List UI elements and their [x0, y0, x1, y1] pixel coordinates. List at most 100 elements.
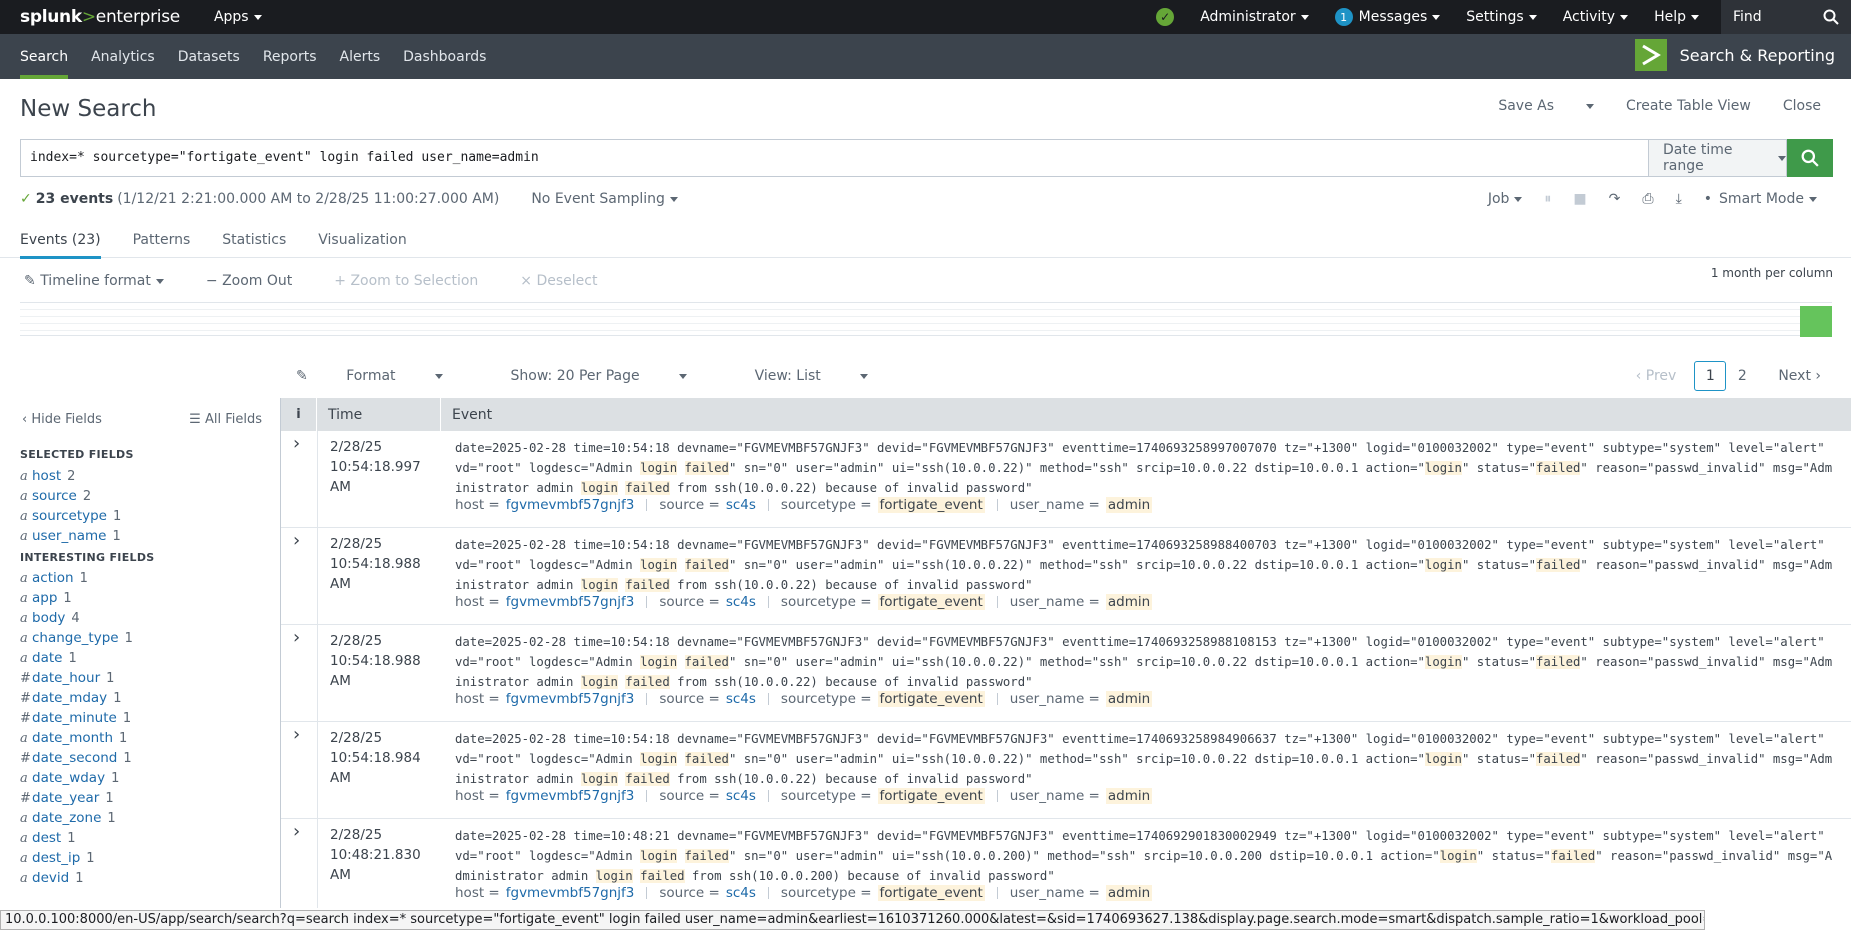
field-value-source[interactable]: sc4s	[726, 788, 756, 804]
table-row[interactable]: › 2/28/25 10:54:18.997 AM date=2025-02-28 t…	[281, 431, 1851, 528]
field-value-source[interactable]: sc4s	[726, 691, 756, 707]
field-value-sourcetype[interactable]: fortigate_event	[877, 497, 985, 513]
event-sampling-dropdown[interactable]: No Event Sampling	[531, 191, 678, 207]
field-value-host[interactable]: fgvmevmbf57gnjf3	[506, 497, 635, 513]
search-mode-dropdown[interactable]: • Smart Mode	[1704, 191, 1817, 207]
table-row[interactable]: › 2/28/25 10:54:18.988 AM date=2025-02-28 t…	[281, 528, 1851, 625]
table-row[interactable]: › 2/28/25 10:48:21.830 AM date=2025-02-28 t…	[281, 819, 1851, 908]
nav-datasets[interactable]: Datasets	[178, 34, 240, 79]
field-value-user_name[interactable]: admin	[1105, 885, 1153, 901]
messages-menu[interactable]: 1 Messages	[1334, 8, 1441, 26]
app-title[interactable]: Search & Reporting	[1634, 39, 1835, 71]
field-name[interactable]: user_name	[32, 528, 106, 544]
nav-analytics[interactable]: Analytics	[91, 34, 155, 79]
expand-chevron-icon[interactable]: ›	[293, 433, 300, 454]
field-name[interactable]: date_year	[32, 790, 99, 806]
field-item[interactable]: a dest_ip 1	[20, 848, 270, 868]
splunk-logo[interactable]: splunk>enterprise	[20, 7, 180, 27]
field-value-user_name[interactable]: admin	[1105, 594, 1153, 610]
field-item[interactable]: a body 4	[20, 608, 270, 628]
field-value-host[interactable]: fgvmevmbf57gnjf3	[506, 788, 635, 804]
help-menu[interactable]: Help	[1654, 9, 1699, 25]
field-value-user_name[interactable]: admin	[1105, 497, 1153, 513]
print-icon[interactable]: ⎙	[1642, 191, 1653, 207]
field-name[interactable]: body	[32, 610, 65, 626]
expand-chevron-icon[interactable]: ›	[293, 724, 300, 745]
event-time[interactable]: 2/28/25 10:48:21.830 AM	[330, 825, 440, 885]
field-item[interactable]: a app 1	[20, 588, 270, 608]
field-name[interactable]: date_wday	[32, 770, 105, 786]
field-value-host[interactable]: fgvmevmbf57gnjf3	[506, 594, 635, 610]
nav-reports[interactable]: Reports	[263, 34, 317, 79]
prev-page-button[interactable]: ‹ Prev	[1636, 368, 1677, 384]
per-page-dropdown[interactable]: Show: 20 Per Page	[511, 368, 721, 384]
field-name[interactable]: action	[32, 570, 74, 586]
pause-icon[interactable]: ⏸	[1544, 191, 1551, 207]
deselect-button[interactable]: × Deselect	[520, 273, 597, 289]
close-button[interactable]: Close	[1783, 98, 1821, 114]
field-name[interactable]: date_hour	[32, 670, 100, 686]
field-name[interactable]: devid	[32, 870, 69, 886]
field-item[interactable]: a date_zone 1	[20, 808, 270, 828]
event-raw-text[interactable]: date=2025-02-28 time=10:48:21 devname="F…	[455, 826, 1835, 886]
field-name[interactable]: date_zone	[32, 810, 101, 826]
zoom-out-button[interactable]: − Zoom Out	[206, 273, 292, 289]
field-item[interactable]: a change_type 1	[20, 628, 270, 648]
save-as-button[interactable]: Save As	[1466, 98, 1594, 114]
field-item[interactable]: #date_second 1	[20, 748, 270, 768]
field-item[interactable]: a date_month 1	[20, 728, 270, 748]
job-menu[interactable]: Job	[1488, 191, 1523, 207]
export-icon[interactable]: ⤓	[1676, 191, 1682, 207]
time-column-header[interactable]: Time	[317, 398, 441, 431]
field-value-host[interactable]: fgvmevmbf57gnjf3	[506, 691, 635, 707]
event-time[interactable]: 2/28/25 10:54:18.988 AM	[330, 631, 440, 691]
field-item[interactable]: #date_minute 1	[20, 708, 270, 728]
zoom-to-selection-button[interactable]: + Zoom to Selection	[334, 273, 478, 289]
field-value-source[interactable]: sc4s	[726, 885, 756, 901]
event-time[interactable]: 2/28/25 10:54:18.997 AM	[330, 437, 440, 497]
event-time[interactable]: 2/28/25 10:54:18.988 AM	[330, 534, 440, 594]
nav-search[interactable]: Search	[20, 34, 69, 79]
tab-visualization[interactable]: Visualization	[318, 222, 406, 258]
search-icon[interactable]	[1823, 9, 1839, 25]
table-row[interactable]: › 2/28/25 10:54:18.984 AM date=2025-02-28 t…	[281, 722, 1851, 819]
event-raw-text[interactable]: date=2025-02-28 time=10:54:18 devname="F…	[455, 438, 1835, 498]
field-item[interactable]: a source 2	[20, 486, 270, 506]
timeline-chart[interactable]	[20, 302, 1832, 337]
field-item[interactable]: a host 2	[20, 466, 270, 486]
expand-chevron-icon[interactable]: ›	[293, 627, 300, 648]
field-value-sourcetype[interactable]: fortigate_event	[877, 788, 985, 804]
all-fields-button[interactable]: ☰ All Fields	[189, 412, 262, 427]
field-item[interactable]: a date 1	[20, 648, 270, 668]
field-name[interactable]: source	[32, 488, 77, 504]
field-name[interactable]: date_mday	[32, 690, 107, 706]
field-value-host[interactable]: fgvmevmbf57gnjf3	[506, 885, 635, 901]
event-raw-text[interactable]: date=2025-02-28 time=10:54:18 devname="F…	[455, 535, 1835, 595]
page-2-button[interactable]: 2	[1726, 361, 1758, 391]
view-dropdown[interactable]: View: List	[755, 368, 902, 384]
tab-statistics[interactable]: Statistics	[222, 222, 286, 258]
tab-events[interactable]: Events (23)	[20, 222, 101, 259]
settings-menu[interactable]: Settings	[1466, 9, 1537, 25]
field-value-sourcetype[interactable]: fortigate_event	[877, 594, 985, 610]
field-item[interactable]: a user_name 1	[20, 526, 270, 546]
health-ok-icon[interactable]: ✓	[1156, 8, 1175, 26]
user-menu[interactable]: Administrator	[1200, 9, 1309, 25]
field-name[interactable]: app	[32, 590, 57, 606]
timeline-format-dropdown[interactable]: ✎ Timeline format	[24, 273, 164, 289]
field-value-user_name[interactable]: admin	[1105, 788, 1153, 804]
tab-patterns[interactable]: Patterns	[133, 222, 191, 258]
field-name[interactable]: date_minute	[32, 710, 117, 726]
search-submit-button[interactable]	[1787, 139, 1833, 177]
next-page-button[interactable]: Next ›	[1778, 368, 1821, 384]
field-value-sourcetype[interactable]: fortigate_event	[877, 691, 985, 707]
create-table-view-button[interactable]: Create Table View	[1626, 98, 1751, 114]
field-name[interactable]: change_type	[32, 630, 119, 646]
field-item[interactable]: a date_wday 1	[20, 768, 270, 788]
field-value-user_name[interactable]: admin	[1105, 691, 1153, 707]
field-item[interactable]: #date_year 1	[20, 788, 270, 808]
page-1-button[interactable]: 1	[1694, 361, 1727, 391]
find-input[interactable]: Find	[1721, 0, 1851, 34]
field-item[interactable]: #date_hour 1	[20, 668, 270, 688]
table-row[interactable]: › 2/28/25 10:54:18.988 AM date=2025-02-28 t…	[281, 625, 1851, 722]
